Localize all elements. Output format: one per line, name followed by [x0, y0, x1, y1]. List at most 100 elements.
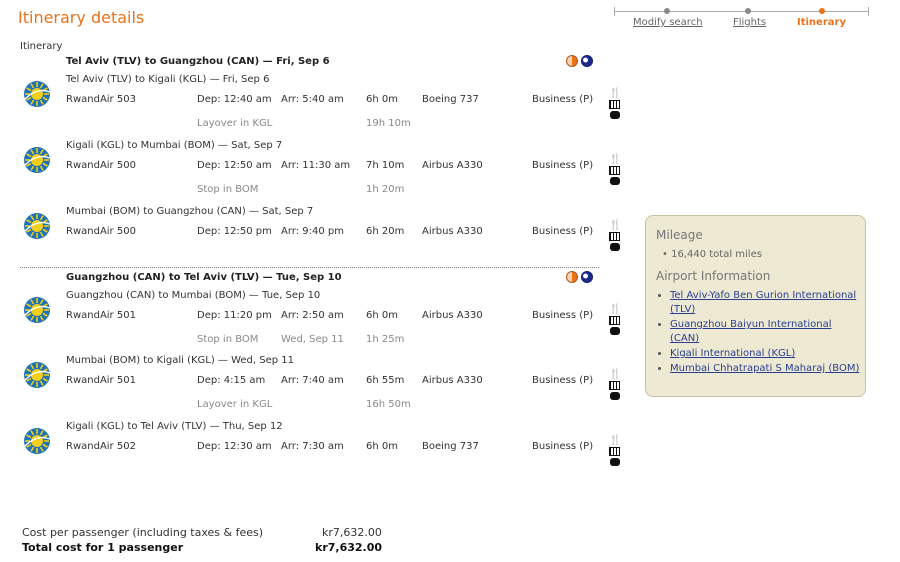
meal-icon: 🍴 — [609, 88, 622, 99]
departure-time: Dep: 11:20 pm — [197, 310, 272, 321]
connection-date: Wed, Sep 11 — [281, 334, 344, 345]
aircraft-type: Airbus A330 — [422, 375, 483, 386]
connection-duration: 16h 50m — [366, 399, 411, 410]
connection-label: Layover in KGL — [197, 118, 273, 129]
connection-label: Layover in KGL — [197, 399, 273, 410]
meal-icon: 🍴 — [609, 369, 622, 380]
progress-line — [614, 11, 869, 12]
amenities: 🍴 — [609, 220, 621, 251]
meal-icon: 🍴 — [609, 154, 622, 165]
connection-duration: 19h 10m — [366, 118, 411, 129]
airline-logo — [22, 79, 52, 109]
flights-link[interactable]: Flights — [733, 17, 766, 28]
total-cost-label: Total cost for 1 passenger — [22, 541, 184, 554]
cabin-class: Business (P) — [532, 94, 594, 105]
progress-dot-modify — [664, 8, 670, 14]
segment-route: Guangzhou (CAN) to Mumbai (BOM) — Tue, S… — [66, 290, 321, 301]
connection-label: Stop in BOM — [197, 184, 259, 195]
amenities: 🍴 — [609, 435, 621, 466]
airline-logo — [22, 426, 52, 456]
time-of-day-icons — [566, 271, 598, 285]
aircraft-type: Airbus A330 — [422, 160, 483, 171]
departure-time: Dep: 12:40 am — [197, 94, 272, 105]
segment-route: Mumbai (BOM) to Kigali (KGL) — Wed, Sep … — [66, 355, 295, 366]
connection-duration: 1h 25m — [366, 334, 405, 345]
departure-time: Dep: 12:50 pm — [197, 226, 272, 237]
arrival-time: Arr: 5:40 am — [281, 94, 344, 105]
meal-icon: 🍴 — [609, 435, 622, 446]
video-icon — [609, 166, 620, 175]
arrival-time: Arr: 9:40 pm — [281, 226, 344, 237]
video-icon — [609, 232, 620, 241]
per-passenger-value: kr7,632.00 — [322, 526, 382, 539]
progress-start-tick — [614, 7, 615, 16]
video-icon — [609, 447, 620, 456]
power-icon — [610, 327, 620, 335]
progress-dot-itinerary — [819, 8, 825, 14]
airline-logo — [22, 360, 52, 390]
airport-list: Tel Aviv-Yafo Ben Gurion International (… — [660, 289, 860, 377]
airport-item: Guangzhou Baiyun International (CAN) — [670, 318, 860, 346]
segment-route: Tel Aviv (TLV) to Kigali (KGL) — Fri, Se… — [66, 74, 270, 85]
aircraft-type: Airbus A330 — [422, 310, 483, 321]
airport-link-can[interactable]: Guangzhou Baiyun International (CAN) — [670, 319, 831, 344]
airport-link-tlv[interactable]: Tel Aviv-Yafo Ben Gurion International (… — [670, 290, 856, 315]
video-icon — [609, 316, 620, 325]
power-icon — [610, 458, 620, 466]
amenities: 🍴 — [609, 88, 621, 119]
power-icon — [610, 111, 620, 119]
amenities: 🍴 — [609, 369, 621, 400]
time-of-day-icons — [566, 55, 598, 69]
flight-duration: 6h 0m — [366, 94, 398, 105]
cabin-class: Business (P) — [532, 441, 594, 452]
airport-link-kgl[interactable]: Kigali International (KGL) — [670, 348, 795, 359]
power-icon — [610, 177, 620, 185]
flight-number: RwandAir 501 — [66, 375, 136, 386]
cabin-class: Business (P) — [532, 226, 594, 237]
night-icon — [581, 55, 593, 67]
day-icon — [566, 55, 578, 67]
flight-duration: 6h 0m — [366, 441, 398, 452]
airline-logo — [22, 145, 52, 175]
cabin-class: Business (P) — [532, 160, 594, 171]
day-icon — [566, 271, 578, 283]
arrival-time: Arr: 7:40 am — [281, 375, 344, 386]
segment-route: Mumbai (BOM) to Guangzhou (CAN) — Sat, S… — [66, 206, 314, 217]
power-icon — [610, 243, 620, 251]
departure-time: Dep: 12:50 am — [197, 160, 272, 171]
flight-duration: 6h 55m — [366, 375, 405, 386]
itinerary-step: Itinerary — [797, 17, 846, 28]
meal-icon: 🍴 — [609, 220, 622, 231]
flight-duration: 6h 0m — [366, 310, 398, 321]
aircraft-type: Boeing 737 — [422, 441, 479, 452]
airport-item: Kigali International (KGL) — [670, 347, 860, 361]
departure-time: Dep: 12:30 am — [197, 441, 272, 452]
video-icon — [609, 381, 620, 390]
arrival-time: Arr: 7:30 am — [281, 441, 344, 452]
flight-number: RwandAir 502 — [66, 441, 136, 452]
journey-separator — [20, 267, 599, 268]
connection-label: Stop in BOM — [197, 334, 259, 345]
aircraft-type: Boeing 737 — [422, 94, 479, 105]
journey-title: Tel Aviv (TLV) to Guangzhou (CAN) — Fri,… — [66, 56, 330, 67]
airport-info-heading: Airport Information — [656, 269, 771, 283]
total-cost-value: kr7,632.00 — [315, 541, 383, 554]
arrival-time: Arr: 2:50 am — [281, 310, 344, 321]
connection-duration: 1h 20m — [366, 184, 405, 195]
journey-title: Guangzhou (CAN) to Tel Aviv (TLV) — Tue,… — [66, 272, 342, 283]
section-label: Itinerary — [20, 41, 63, 52]
airline-logo — [22, 211, 52, 241]
segment-route: Kigali (KGL) to Mumbai (BOM) — Sat, Sep … — [66, 140, 283, 151]
departure-time: Dep: 4:15 am — [197, 375, 266, 386]
video-icon — [609, 100, 620, 109]
mileage-text: 16,440 total miles — [671, 249, 762, 260]
airport-link-bom[interactable]: Mumbai Chhatrapati S Maharaj (BOM) — [670, 363, 859, 374]
cabin-class: Business (P) — [532, 310, 594, 321]
aircraft-type: Airbus A330 — [422, 226, 483, 237]
flight-number: RwandAir 500 — [66, 160, 136, 171]
flight-number: RwandAir 500 — [66, 226, 136, 237]
modify-search-link[interactable]: Modify search — [633, 17, 703, 28]
arrival-time: Arr: 11:30 am — [281, 160, 351, 171]
power-icon — [610, 392, 620, 400]
flight-duration: 7h 10m — [366, 160, 405, 171]
